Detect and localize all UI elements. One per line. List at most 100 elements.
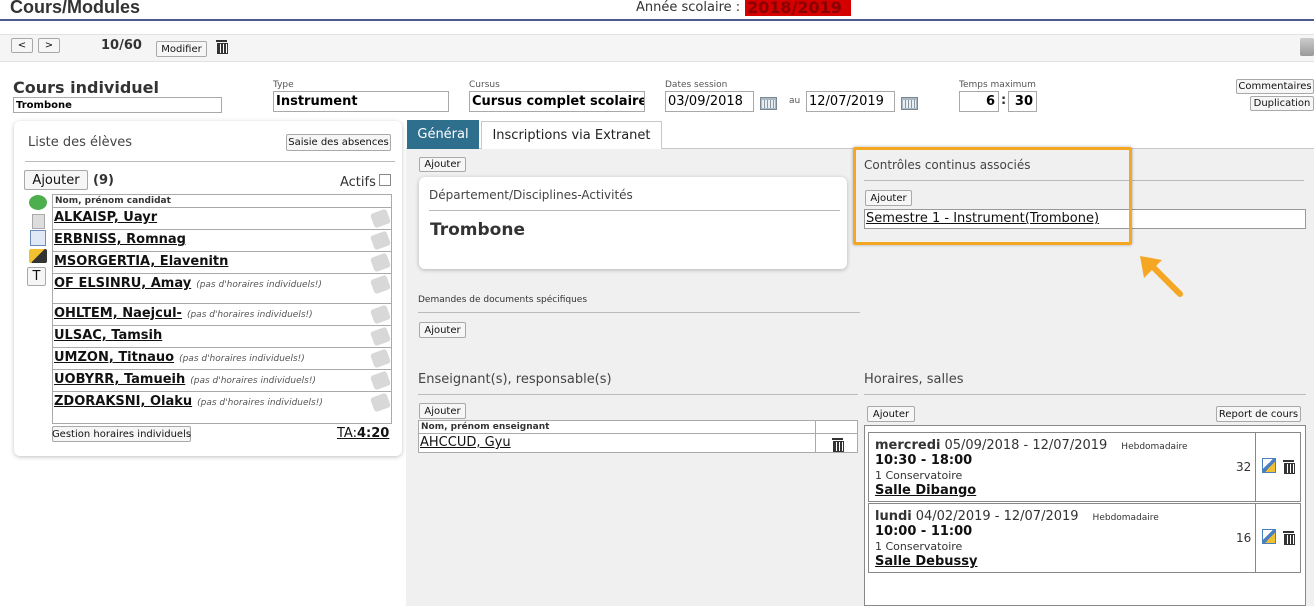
print-icon[interactable] <box>1300 38 1314 56</box>
student-note: (pas d'horaires individuels!) <box>196 280 322 290</box>
active-checkbox[interactable] <box>379 174 391 186</box>
schedule-place: 1 Conservatoire <box>875 540 963 553</box>
schedule-date-line: mercredi 05/09/2018 - 12/07/2019 Hebdomada… <box>875 438 1188 453</box>
date-from-field[interactable]: 03/09/2018 <box>665 91 754 112</box>
ta-total: TA:4:20 <box>337 426 389 441</box>
calendar-icon[interactable] <box>760 97 777 110</box>
student-count: (9) <box>93 173 114 188</box>
student-row: UOBYRR, Tamueih (pas d'horaires individue… <box>52 370 392 392</box>
tab-general[interactable]: Général <box>407 120 479 149</box>
divider <box>864 394 1306 395</box>
teachers-title: Enseignant(s), responsable(s) <box>418 372 612 387</box>
department-title: Département/Disciplines-Activités <box>429 188 633 202</box>
add-document-button[interactable]: Ajouter <box>419 322 466 338</box>
add-department-button[interactable]: Ajouter <box>419 157 466 172</box>
student-name[interactable]: UMZON, Titnauo <box>54 350 174 365</box>
delete-schedule-icon[interactable] <box>1283 530 1295 545</box>
schedule-place: 1 Conservatoire <box>875 469 963 482</box>
eraser-icon[interactable] <box>369 304 391 325</box>
teacher-table-header-action <box>815 420 858 434</box>
student-row: ERBNISS, Romnag <box>52 230 392 252</box>
absences-button[interactable]: Saisie des absences <box>286 134 391 151</box>
student-row: OF ELSINRU, Amay (pas d'horaires individu… <box>52 274 392 304</box>
page-title: Cours/Modules <box>10 0 141 17</box>
ta-value: 4:20 <box>356 426 390 441</box>
report-button[interactable]: Report de cours <box>1216 406 1301 422</box>
schedule-range: 04/02/2019 - 12/07/2019 <box>915 509 1079 524</box>
dates-label: Dates session <box>665 80 728 90</box>
student-table-header: Nom, prénom candidat <box>52 194 392 208</box>
schedule-room[interactable]: Salle Debussy <box>875 554 978 569</box>
cursus-label: Cursus <box>469 80 500 90</box>
schedule-room[interactable]: Salle Dibango <box>875 483 976 498</box>
student-name[interactable]: OF ELSINRU, Amay <box>54 276 191 291</box>
add-student-button[interactable]: Ajouter <box>24 170 88 190</box>
student-row: ULSAC, Tamsih <box>52 326 392 348</box>
eraser-icon[interactable] <box>369 348 391 369</box>
divider <box>429 210 840 211</box>
individual-schedule-button[interactable]: Gestion horaires individuels <box>52 426 191 442</box>
eraser-icon[interactable] <box>369 326 391 347</box>
student-name[interactable]: OHLTEM, Naejcul- <box>54 306 182 321</box>
school-year-value[interactable]: 2018/2019 <box>745 0 851 16</box>
schedule-time: 10:00 - 11:00 <box>875 524 973 539</box>
pencil-icon[interactable] <box>29 249 47 263</box>
calendar-icon[interactable] <box>901 97 918 110</box>
duplication-button[interactable]: Duplication <box>1250 96 1314 111</box>
time-separator: : <box>1001 93 1007 108</box>
mail-icon[interactable] <box>32 214 45 229</box>
student-name[interactable]: ULSAC, Tamsih <box>54 328 162 343</box>
eraser-icon[interactable] <box>369 208 391 229</box>
divider <box>25 161 395 162</box>
time-max-label: Temps maximum <box>959 80 1036 90</box>
date-to-field[interactable]: 12/07/2019 <box>806 91 895 112</box>
eraser-icon[interactable] <box>369 230 391 251</box>
modify-button[interactable]: Modifier <box>156 41 207 57</box>
tab-extranet[interactable]: Inscriptions via Extranet <box>481 121 662 149</box>
student-name[interactable]: MSORGERTIA, Elavenitn <box>54 254 228 269</box>
comments-button[interactable]: Commentaires <box>1236 79 1314 94</box>
schedule-frequency: Hebdomadaire <box>1121 442 1188 452</box>
schedule-frequency: Hebdomadaire <box>1092 513 1159 523</box>
student-name[interactable]: ZDORAKSNI, Olaku <box>54 394 192 409</box>
eraser-icon[interactable] <box>369 252 391 273</box>
schedule-date-line: lundi 04/02/2019 - 12/07/2019 Hebdomadaire <box>875 509 1159 524</box>
schedule-count: 16 <box>1236 531 1252 545</box>
schedule-day: lundi <box>875 509 912 524</box>
cursus-field[interactable]: Cursus complet scolaire <box>469 91 645 112</box>
document-icon[interactable] <box>30 230 46 246</box>
eraser-icon[interactable] <box>369 274 391 295</box>
schedule-count: 32 <box>1236 460 1252 474</box>
add-schedule-button[interactable]: Ajouter <box>867 406 915 422</box>
schedule-range: 05/09/2018 - 12/07/2019 <box>944 438 1108 453</box>
teacher-column-label: Nom, prénom enseignant <box>421 422 550 432</box>
eraser-icon[interactable] <box>369 370 391 391</box>
delete-schedule-icon[interactable] <box>1283 459 1295 474</box>
student-name[interactable]: ERBNISS, Romnag <box>54 232 186 247</box>
student-row: OHLTEM, Naejcul- (pas d'horaires individu… <box>52 304 392 326</box>
schedule-divider <box>1255 503 1256 573</box>
date-to-label: au <box>789 96 801 106</box>
add-teacher-button[interactable]: Ajouter <box>419 403 466 419</box>
edit-schedule-icon[interactable] <box>1262 529 1276 544</box>
teacher-name[interactable]: AHCCUD, Gyu <box>420 435 511 450</box>
template-button[interactable]: T <box>27 267 46 286</box>
type-field[interactable]: Instrument <box>273 91 449 112</box>
highlight-arrow <box>1140 256 1183 297</box>
time-hours-field[interactable]: 6 <box>959 91 999 112</box>
eraser-icon[interactable] <box>369 392 391 413</box>
course-name-field[interactable]: Trombone <box>13 97 222 113</box>
prev-button[interactable]: < <box>11 38 33 53</box>
student-name[interactable]: UOBYRR, Tamueih <box>54 372 185 387</box>
school-year-label: Année scolaire : <box>636 0 741 15</box>
course-type-title: Cours individuel <box>13 78 160 97</box>
schedule-title: Horaires, salles <box>864 372 964 387</box>
time-minutes-field[interactable]: 30 <box>1008 91 1037 112</box>
delete-icon[interactable] <box>216 39 228 54</box>
divider <box>418 394 858 395</box>
student-name[interactable]: ALKAISP, Uayr <box>54 210 157 225</box>
delete-teacher-icon[interactable] <box>832 437 844 452</box>
next-button[interactable]: > <box>38 38 60 53</box>
edit-schedule-icon[interactable] <box>1262 458 1276 473</box>
sms-icon[interactable] <box>29 195 47 210</box>
